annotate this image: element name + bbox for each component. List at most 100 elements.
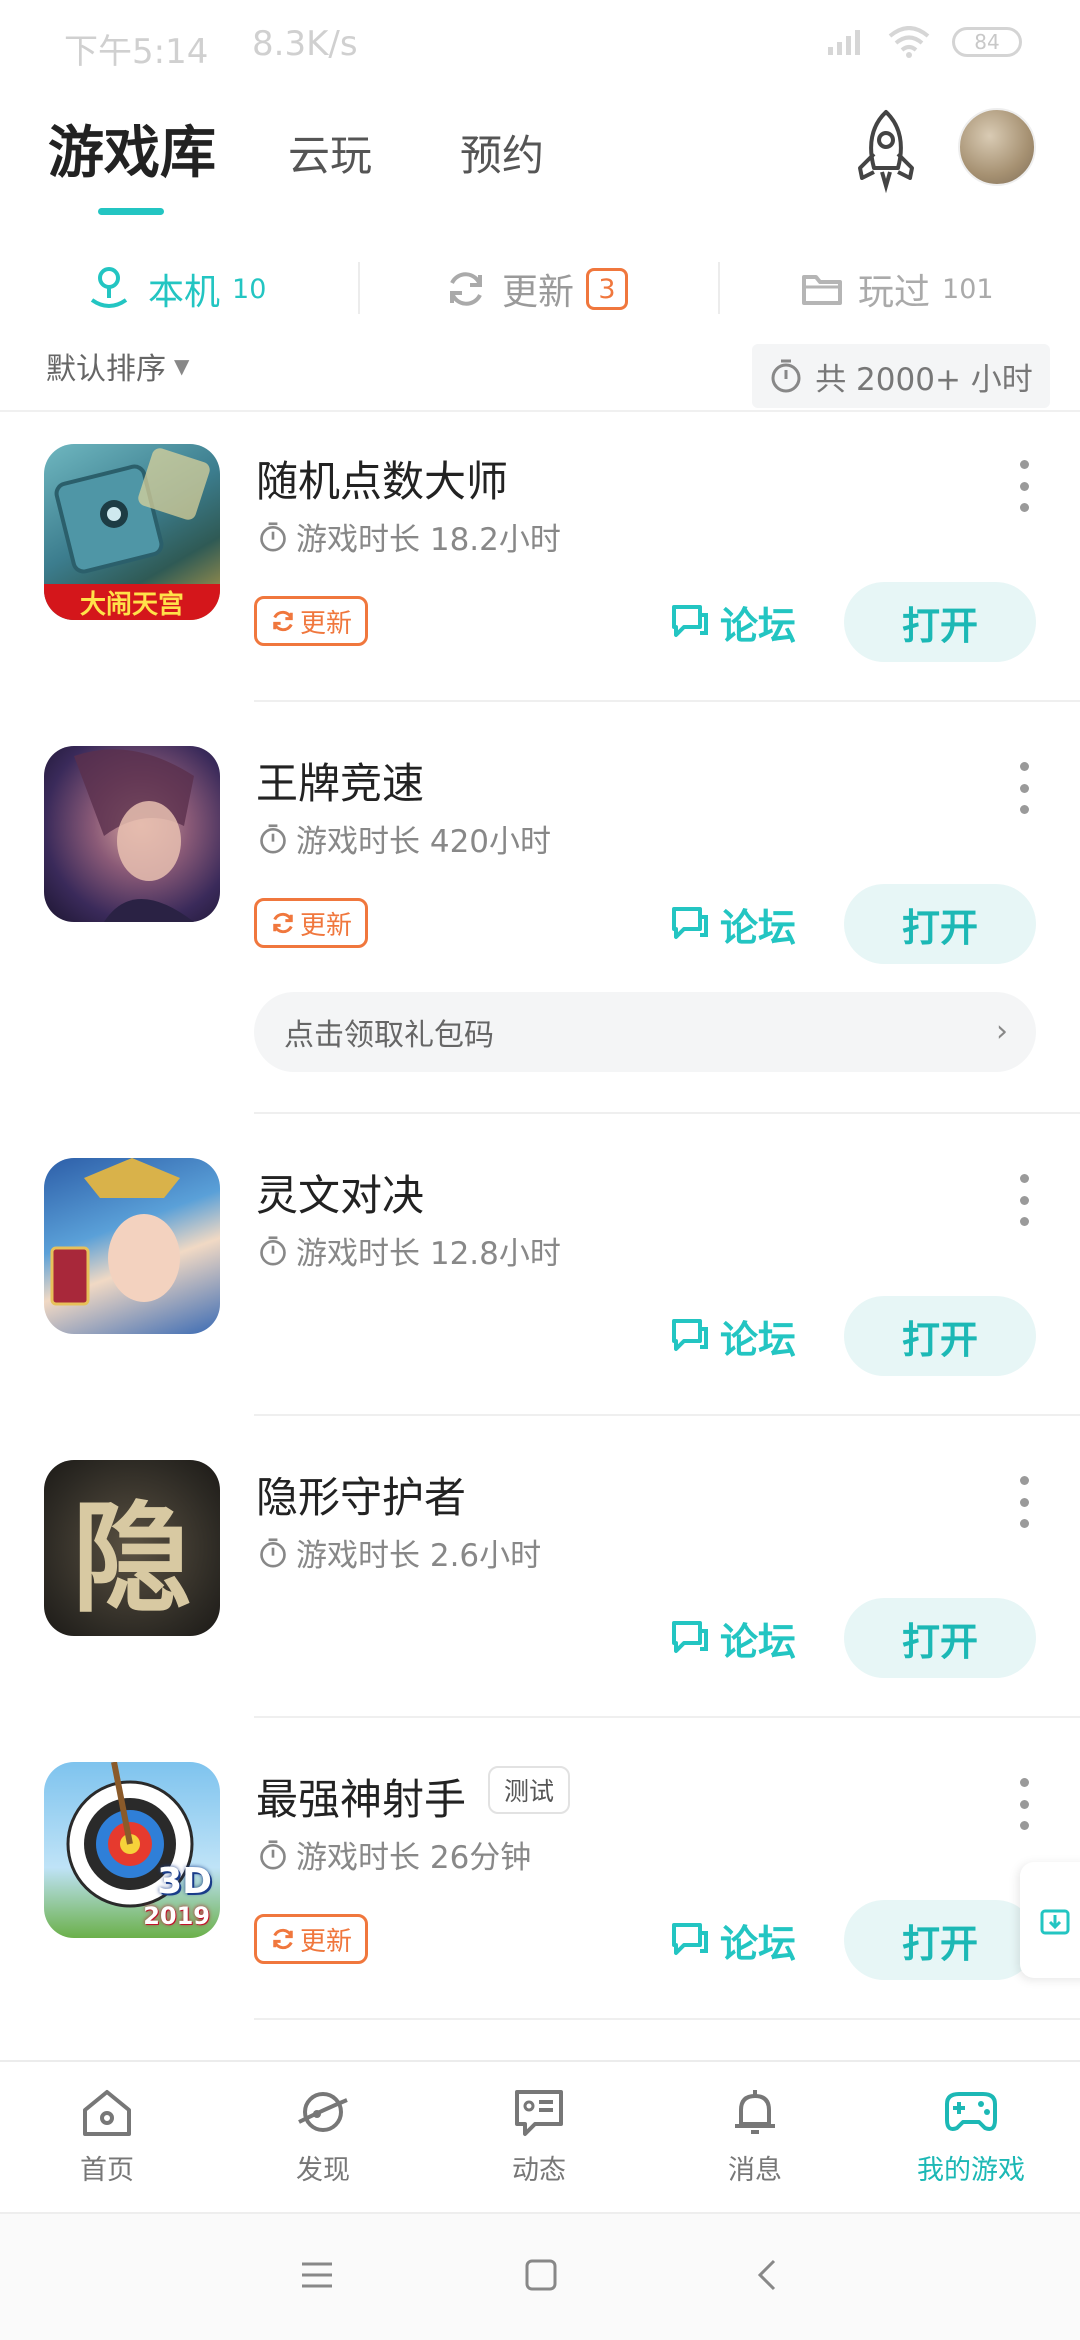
character-portrait-icon bbox=[50, 1158, 180, 1306]
more-options-icon[interactable] bbox=[1014, 460, 1034, 512]
subtab-played-label: 玩过 bbox=[858, 272, 931, 313]
game-name: 灵文对决 bbox=[256, 1171, 425, 1220]
forum-button-label: 论坛 bbox=[720, 603, 797, 648]
planet-icon bbox=[298, 2092, 348, 2132]
list-divider bbox=[254, 700, 1080, 702]
sort-dropdown[interactable]: 默认排序 ▼ bbox=[46, 344, 189, 388]
nav-my-games-label: 我的游戏 bbox=[917, 2155, 1025, 2186]
update-button-label: 更新 bbox=[299, 910, 352, 941]
total-playtime: 共 2000+ 小时 bbox=[752, 344, 1050, 408]
floating-download-tab[interactable] bbox=[1020, 1862, 1080, 1978]
forum-button[interactable]: 论坛 bbox=[670, 1306, 796, 1366]
nav-discover[interactable]: 发现 bbox=[258, 2086, 388, 2187]
nav-home[interactable]: 首页 bbox=[42, 2086, 172, 2187]
update-button-label: 更新 bbox=[299, 608, 352, 639]
game-icon[interactable]: 大闹天宫 bbox=[44, 444, 220, 620]
bottom-navigation: 首页 发现 动态 消息 我的游戏 bbox=[0, 2060, 1080, 2212]
nav-messages[interactable]: 消息 bbox=[690, 2086, 820, 2187]
forum-button[interactable]: 论坛 bbox=[670, 1608, 796, 1668]
open-button[interactable]: 打开 bbox=[844, 1900, 1036, 1980]
library-filter-tabs: 本机 10 更新 3 玩过 101 bbox=[0, 248, 1080, 330]
wifi-icon bbox=[888, 26, 930, 58]
update-button[interactable]: 更新 bbox=[254, 596, 368, 646]
nav-feed[interactable]: 动态 bbox=[474, 2086, 604, 2187]
rocket-icon[interactable] bbox=[846, 106, 926, 194]
chat-bubble-icon bbox=[672, 605, 708, 637]
subtab-local[interactable]: 本机 10 bbox=[84, 248, 266, 330]
forum-button[interactable]: 论坛 bbox=[670, 1910, 796, 1970]
nav-my-games[interactable]: 我的游戏 bbox=[906, 2086, 1036, 2187]
more-options-icon[interactable] bbox=[1014, 1778, 1034, 1830]
refresh-icon bbox=[273, 912, 293, 934]
refresh-icon bbox=[450, 272, 482, 306]
forum-button-label: 论坛 bbox=[720, 1921, 797, 1966]
list-divider bbox=[254, 1414, 1080, 1416]
game-playtime: 游戏时长 12.8小时 bbox=[258, 1228, 561, 1273]
game-icon[interactable] bbox=[44, 746, 220, 922]
home-square-icon[interactable] bbox=[524, 2258, 558, 2292]
game-playtime-text: 游戏时长 2.6小时 bbox=[296, 1538, 542, 1574]
signal-icon bbox=[828, 30, 860, 55]
game-icon-caption: 大闹天宫 bbox=[79, 589, 184, 620]
open-button[interactable]: 打开 bbox=[844, 582, 1036, 662]
game-name: 王牌竞速 bbox=[256, 759, 425, 808]
forum-button-label: 论坛 bbox=[720, 905, 797, 950]
list-divider bbox=[254, 2018, 1080, 2020]
message-card-icon bbox=[515, 2090, 563, 2136]
stopwatch-icon bbox=[260, 1537, 286, 1568]
active-tab-indicator bbox=[98, 208, 164, 215]
download-icon bbox=[1040, 1909, 1070, 1935]
gift-code-text: 点击领取礼包码 bbox=[284, 1018, 494, 1053]
nav-home-label: 首页 bbox=[80, 2155, 134, 2186]
gift-code-banner[interactable]: 点击领取礼包码 › bbox=[254, 992, 1036, 1072]
update-button[interactable]: 更新 bbox=[254, 898, 368, 948]
more-options-icon[interactable] bbox=[1014, 762, 1034, 814]
subtab-played[interactable]: 玩过 101 bbox=[800, 248, 994, 330]
game-icon-glyph: 隐 bbox=[72, 1488, 192, 1629]
game-icon[interactable]: 隐 bbox=[44, 1460, 220, 1636]
status-bar: 下午5:14 8.3K/s 84 bbox=[0, 0, 1080, 90]
subtab-played-count: 101 bbox=[942, 273, 994, 305]
more-options-icon[interactable] bbox=[1014, 1476, 1034, 1528]
game-playtime: 游戏时长 420小时 bbox=[258, 816, 551, 861]
open-button[interactable]: 打开 bbox=[844, 1296, 1036, 1376]
open-button[interactable]: 打开 bbox=[844, 1598, 1036, 1678]
stopwatch-icon bbox=[260, 1839, 286, 1870]
more-options-icon[interactable] bbox=[1014, 1174, 1034, 1226]
beta-tag: 测试 bbox=[488, 1766, 571, 1814]
gamepad-icon bbox=[945, 2092, 997, 2131]
game-icon-caption: 3D bbox=[157, 1861, 212, 1902]
subtab-divider bbox=[718, 262, 720, 314]
tab-cloud-play[interactable]: 云玩 bbox=[288, 122, 372, 183]
folder-icon bbox=[802, 275, 842, 305]
game-name: 隐形守护者 bbox=[256, 1473, 467, 1522]
menu-icon[interactable] bbox=[300, 2260, 334, 2290]
total-playtime-text: 共 2000+ 小时 bbox=[815, 361, 1033, 398]
open-button[interactable]: 打开 bbox=[844, 884, 1036, 964]
subtab-local-count: 10 bbox=[232, 273, 267, 305]
subtab-update-label: 更新 bbox=[502, 272, 575, 313]
game-playtime-text: 游戏时长 420小时 bbox=[296, 824, 552, 860]
tab-game-library[interactable]: 游戏库 bbox=[48, 108, 216, 189]
game-playtime: 游戏时长 26分钟 bbox=[258, 1832, 531, 1877]
stopwatch-icon bbox=[260, 1235, 286, 1266]
nav-messages-label: 消息 bbox=[728, 2155, 782, 2186]
game-playtime: 游戏时长 2.6小时 bbox=[258, 1530, 541, 1575]
game-icon[interactable] bbox=[44, 1158, 220, 1334]
user-avatar[interactable] bbox=[958, 108, 1036, 186]
subtab-divider bbox=[358, 262, 360, 314]
forum-button[interactable]: 论坛 bbox=[670, 894, 796, 954]
back-chevron-icon[interactable] bbox=[754, 2258, 780, 2292]
tab-reserve[interactable]: 预约 bbox=[460, 122, 544, 183]
chat-bubble-icon bbox=[672, 907, 708, 939]
forum-button[interactable]: 论坛 bbox=[670, 592, 796, 652]
update-button[interactable]: 更新 bbox=[254, 1914, 368, 1964]
stopwatch-icon bbox=[260, 521, 286, 552]
system-navigation-bar bbox=[0, 2212, 1080, 2340]
update-button-label: 更新 bbox=[299, 1926, 352, 1957]
subtab-update[interactable]: 更新 3 bbox=[444, 248, 629, 330]
location-pin-icon bbox=[90, 267, 128, 308]
game-icon[interactable]: 3D 2019 bbox=[44, 1762, 220, 1938]
chat-bubble-icon bbox=[672, 1923, 708, 1955]
chevron-right-icon: › bbox=[996, 1014, 1008, 1049]
